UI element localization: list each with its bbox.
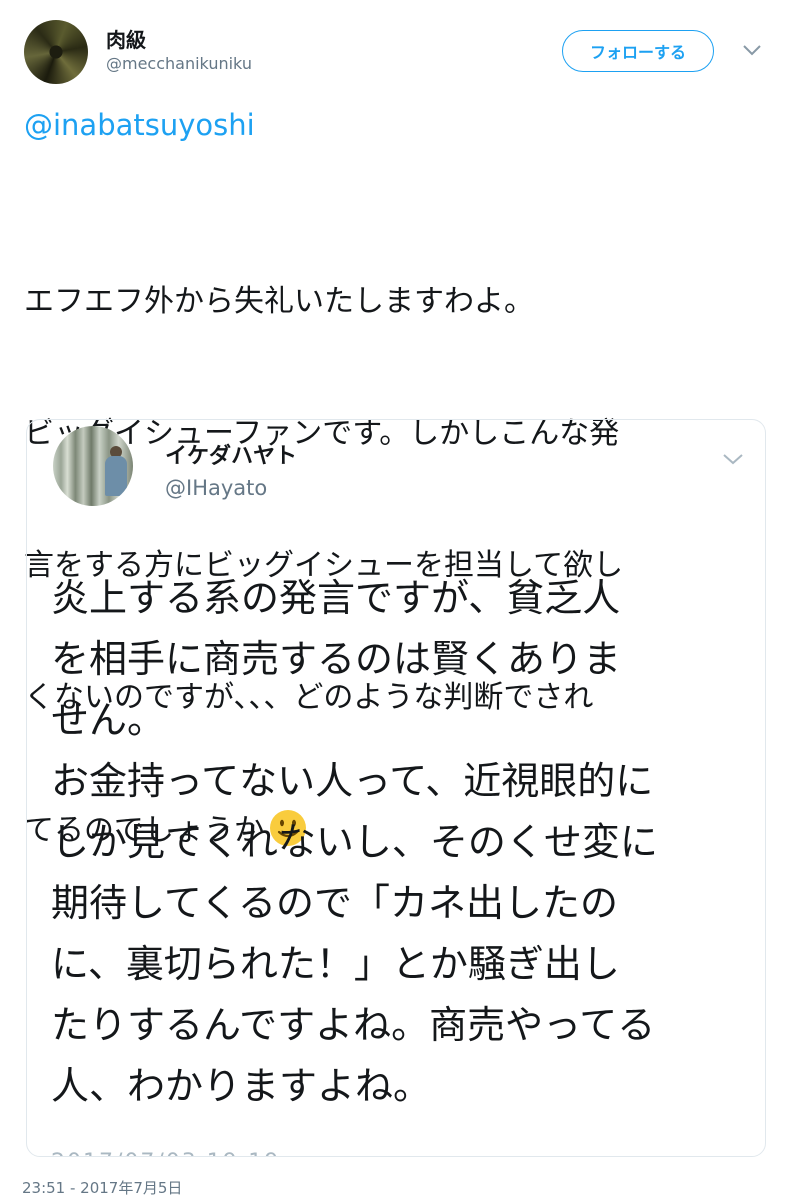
quoted-user-name[interactable]: イケダハヤト	[165, 438, 297, 470]
tweet-header: 肉級 @mecchanikuniku フォローする	[24, 20, 784, 84]
mention-link[interactable]: @inabatsuyoshi	[24, 108, 255, 142]
quoted-text-line: に、裏切られた！」とか騒ぎ出し	[51, 942, 620, 986]
quoted-timestamp-cutoff: 2017/07/03 19:19	[51, 1148, 280, 1156]
quoted-text-line: しか見てくれないし、そのくせ変に	[51, 820, 658, 864]
quoted-text-line: せん。	[51, 698, 166, 742]
quoted-tweet-card[interactable]: イケダハヤト @IHayato 炎上する系の発言ですが、貧乏人 を相手に商売する…	[26, 419, 766, 1157]
quoted-text-line: 炎上する系の発言ですが、貧乏人	[51, 576, 621, 620]
quoted-text-line: 期待してくるので「カネ出したの	[51, 881, 618, 925]
quoted-avatar[interactable]	[53, 426, 133, 506]
quoted-tweet-text: 炎上する系の発言ですが、貧乏人 を相手に商売するのは賢くありま せん。 お金持っ…	[51, 568, 751, 1117]
quoted-text-line: を相手に商売するのは賢くありま	[51, 637, 622, 681]
tweet-text-line: エフエフ外から失礼いたしますわよ。	[24, 284, 534, 319]
tweet-timestamp[interactable]: 23:51 - 2017年7月5日	[22, 1177, 182, 1198]
follow-button[interactable]: フォローする	[562, 30, 714, 72]
chevron-down-icon[interactable]	[721, 450, 745, 468]
user-handle[interactable]: @mecchanikuniku	[106, 54, 252, 73]
avatar[interactable]	[24, 20, 88, 84]
quoted-text-line: 人、わかりますよね。	[51, 1064, 432, 1108]
quoted-text-line: たりするんですよね。商売やってる	[51, 1003, 656, 1047]
chevron-down-icon[interactable]	[740, 40, 764, 60]
quoted-text-line: お金持ってない人って、近視眼的に	[51, 759, 654, 803]
user-name[interactable]: 肉級	[106, 24, 146, 53]
quoted-user-handle[interactable]: @IHayato	[165, 476, 267, 500]
